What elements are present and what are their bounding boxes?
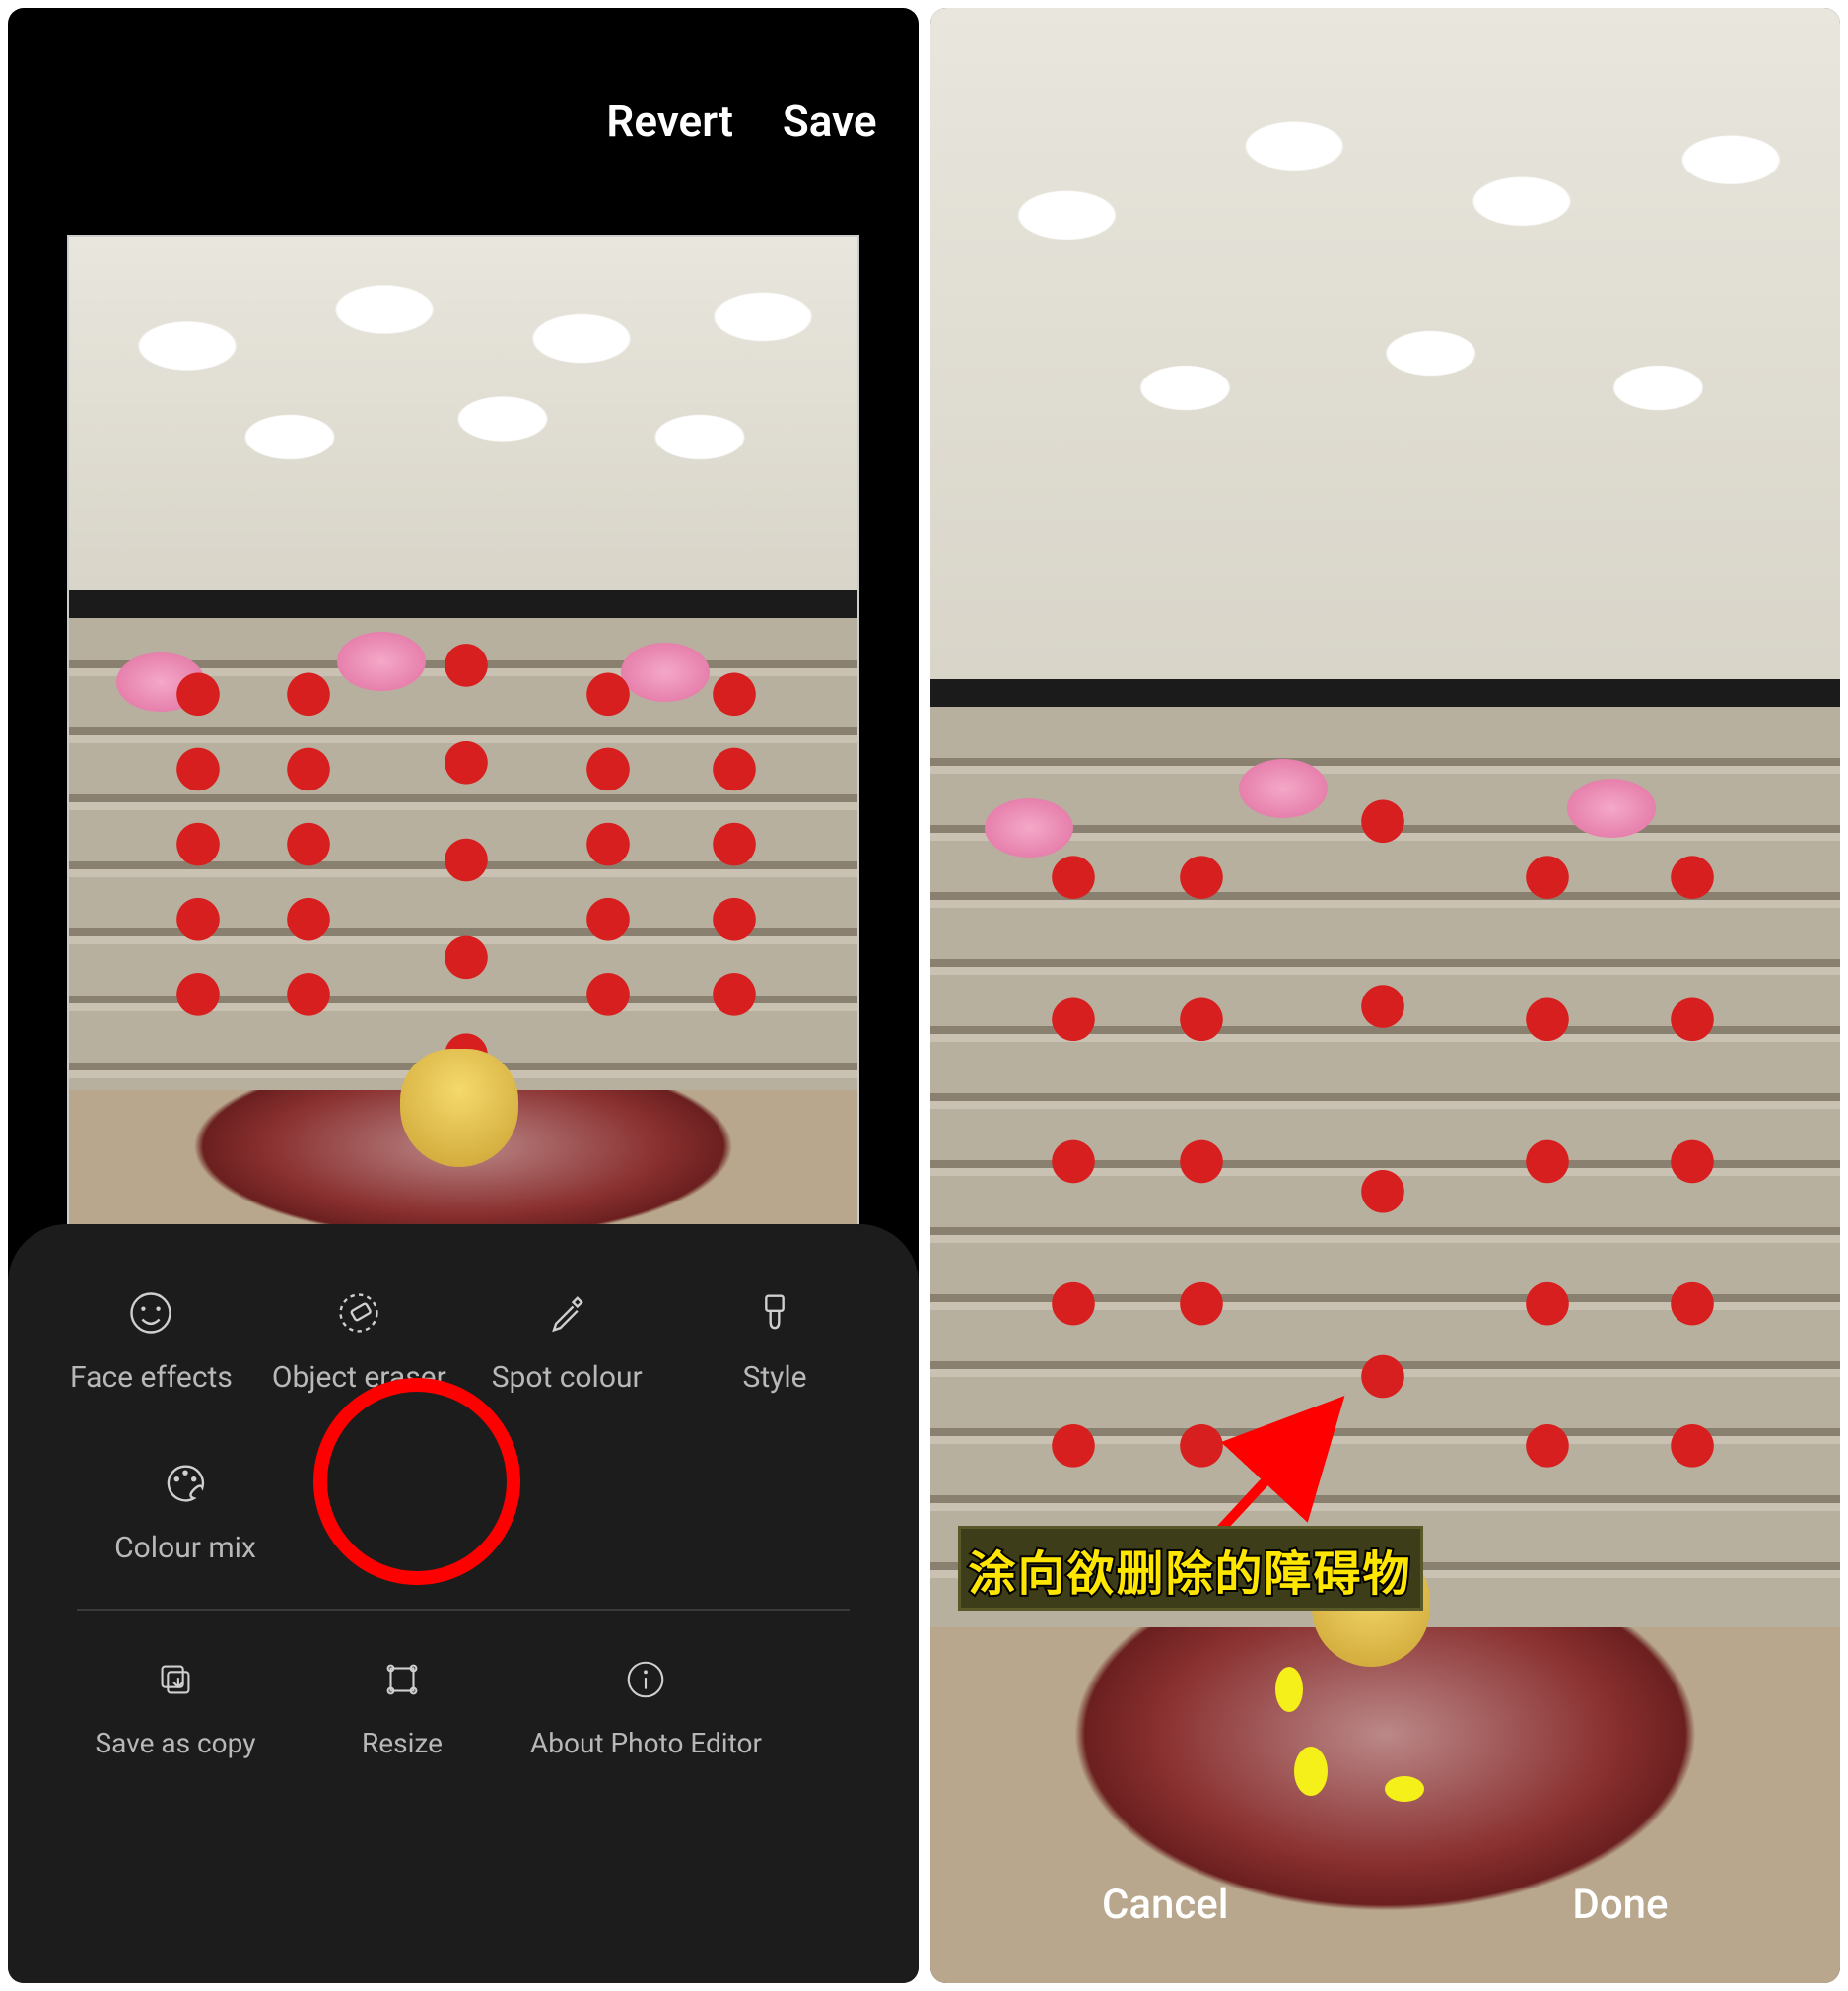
tool-label: Colour mix bbox=[114, 1531, 256, 1565]
object-eraser-screen: 涂向欲删除的障碍物 Tap or draw around anything yo… bbox=[930, 8, 1841, 1983]
save-copy-icon bbox=[146, 1650, 205, 1709]
action-about[interactable]: About Photo Editor bbox=[530, 1650, 762, 1759]
eraser-bottom-bar: Cancel Done bbox=[930, 1825, 1841, 1983]
revert-button[interactable]: Revert bbox=[606, 96, 732, 147]
tools-drawer: Face effects Object eraser Spot colour S… bbox=[8, 1224, 919, 1983]
tool-colour-mix[interactable]: Colour mix bbox=[106, 1454, 264, 1565]
annotation-text: 涂向欲删除的障碍物 bbox=[969, 1545, 1412, 1602]
editor-tools-screen: Revert Save Face effects bbox=[8, 8, 919, 1983]
tool-label: Face effects bbox=[70, 1360, 233, 1395]
erase-selection-mark bbox=[1385, 1776, 1424, 1802]
eraser-icon bbox=[329, 1283, 388, 1342]
eyedropper-icon bbox=[537, 1283, 596, 1342]
photo-canvas-wrap bbox=[930, 8, 1841, 1407]
editor-topbar: Revert Save bbox=[8, 8, 919, 235]
tool-face-effects[interactable]: Face effects bbox=[52, 1283, 249, 1395]
action-label: Save as copy bbox=[96, 1727, 256, 1759]
tool-spot-colour[interactable]: Spot colour bbox=[468, 1283, 665, 1395]
cancel-button[interactable]: Cancel bbox=[1102, 1881, 1229, 1929]
tool-style[interactable]: Style bbox=[676, 1283, 873, 1395]
tool-label: Object eraser bbox=[272, 1360, 446, 1395]
face-icon bbox=[121, 1283, 180, 1342]
photo-canvas[interactable] bbox=[67, 235, 859, 1279]
palette-icon bbox=[156, 1454, 215, 1513]
done-button[interactable]: Done bbox=[1572, 1881, 1668, 1929]
action-label: Resize bbox=[362, 1727, 443, 1759]
action-save-as-copy[interactable]: Save as copy bbox=[77, 1650, 274, 1759]
annotation-caption: 涂向欲删除的障碍物 bbox=[958, 1526, 1423, 1611]
brush-icon bbox=[745, 1283, 804, 1342]
erase-selection-mark bbox=[1294, 1747, 1328, 1796]
photo-canvas-wrap bbox=[8, 235, 919, 1279]
action-resize[interactable]: Resize bbox=[304, 1650, 501, 1759]
info-icon bbox=[616, 1650, 675, 1709]
photo-canvas[interactable] bbox=[990, 136, 1782, 1407]
action-label: About Photo Editor bbox=[530, 1727, 762, 1759]
save-button[interactable]: Save bbox=[783, 96, 877, 147]
resize-icon bbox=[373, 1650, 432, 1709]
tool-label: Spot colour bbox=[492, 1360, 643, 1395]
tool-object-eraser[interactable]: Object eraser bbox=[260, 1283, 457, 1395]
tool-label: Style bbox=[743, 1360, 807, 1395]
